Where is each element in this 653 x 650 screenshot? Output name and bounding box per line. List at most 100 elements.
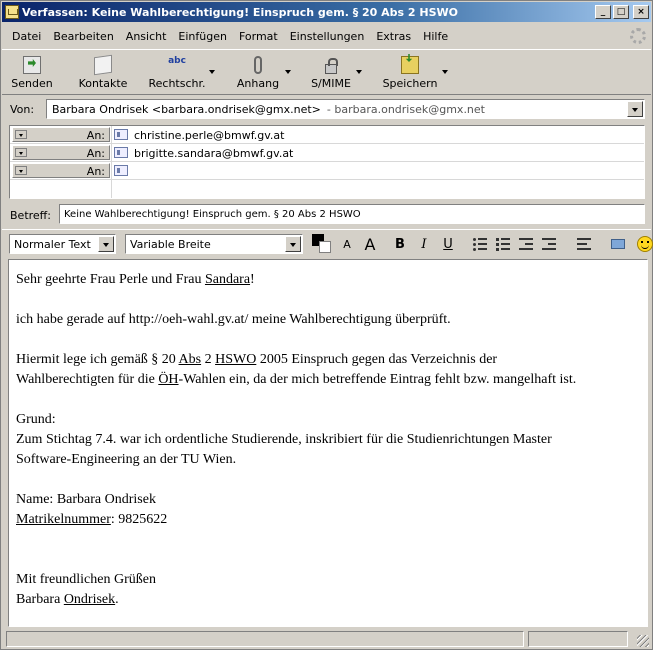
contact-card-icon	[114, 129, 128, 140]
recipient-row: An: christine.perle@bmwf.gv.at	[10, 126, 644, 144]
paperclip-icon	[254, 56, 262, 74]
maximize-button[interactable]: □	[613, 5, 629, 19]
close-button[interactable]: ×	[633, 5, 649, 19]
smime-dropdown-arrow[interactable]	[356, 70, 362, 74]
chevron-down-icon	[15, 148, 27, 157]
menu-datei[interactable]: Datei	[6, 28, 47, 45]
bullet-list-button[interactable]	[471, 235, 489, 253]
name-line: Name: Barbara Ondrisek	[16, 492, 156, 507]
menu-hilfe[interactable]: Hilfe	[417, 28, 454, 45]
subject-row: Betreff: Keine Wahlberechtigung! Einspru…	[2, 201, 651, 227]
send-button[interactable]: Senden	[11, 52, 53, 92]
title-bar[interactable]: Verfassen: Keine Wahlberechtigung! Einsp…	[2, 2, 651, 22]
minimize-button[interactable]: _	[595, 5, 611, 19]
status-progress-panel	[528, 631, 628, 647]
from-identity: Barbara Ondrisek <barbara.ondrisek@gmx.n…	[52, 102, 321, 116]
outdent-icon	[519, 238, 533, 250]
from-dropdown-button[interactable]	[627, 101, 643, 117]
menu-einstellungen[interactable]: Einstellungen	[284, 28, 371, 45]
menu-bar: Datei Bearbeiten Ansicht Einfügen Format…	[2, 26, 651, 46]
grund-label: Grund:	[16, 412, 56, 427]
menu-format[interactable]: Format	[233, 28, 284, 45]
lock-icon	[325, 58, 338, 74]
closing-line: Mit freundlichen Grüßen	[16, 572, 156, 587]
indent-icon	[542, 238, 556, 250]
attach-dropdown-arrow[interactable]	[285, 70, 291, 74]
larger-font-button[interactable]: A	[361, 235, 379, 254]
underline-button[interactable]: U	[439, 235, 457, 253]
body-paragraph-2-line-1: Hiermit lege ich gemäß § 20 Abs 2 HSWO 2…	[16, 352, 498, 367]
numbered-list-icon	[496, 238, 510, 251]
recipient-row: An:	[10, 162, 644, 180]
save-icon	[401, 56, 419, 74]
grund-line-2: Software-Engineering an der TU Wien.	[16, 452, 237, 467]
numbered-list-button[interactable]	[494, 235, 512, 253]
greeting-line: Sehr geehrte Frau Perle und Frau Sandara…	[16, 272, 255, 287]
recipient-type-select[interactable]: An:	[12, 127, 110, 142]
matrikel-line: Matrikelnummer: 9825622	[16, 512, 168, 527]
save-button[interactable]: Speichern	[383, 52, 437, 92]
body-paragraph-2-line-2: Wahlberechtigten für die ÖH-Wahlen ein, …	[16, 372, 577, 387]
background-color-swatch[interactable]	[319, 241, 331, 253]
recipient-row: An: brigitte.sandara@bmwf.gv.at	[10, 144, 644, 162]
from-account: - barbara.ondrisek@gmx.net	[326, 102, 485, 116]
compose-app-icon	[5, 5, 19, 19]
format-toolbar: Normaler Text Variable Breite A A B I U	[2, 229, 653, 257]
paragraph-style-select[interactable]: Normaler Text	[9, 234, 116, 254]
contact-card-icon	[114, 165, 128, 176]
compose-window: Verfassen: Keine Wahlberechtigung! Einsp…	[0, 0, 653, 650]
smiley-icon[interactable]	[637, 236, 653, 252]
status-text-panel	[6, 631, 524, 647]
from-row: Von: Barbara Ondrisek <barbara.ondrisek@…	[2, 96, 651, 122]
menu-ansicht[interactable]: Ansicht	[120, 28, 173, 45]
send-icon	[23, 56, 41, 74]
contacts-button[interactable]: Kontakte	[78, 52, 128, 92]
smaller-font-button[interactable]: A	[339, 235, 355, 253]
spelling-button[interactable]: abc Rechtschr.	[148, 52, 206, 92]
recipient-list: An: christine.perle@bmwf.gv.at An: brigi…	[9, 125, 645, 199]
compose-toolbar: Senden Kontakte abc Rechtschr. Anhang S/…	[2, 49, 651, 95]
resize-grip-icon[interactable]	[637, 635, 649, 647]
recipient-address[interactable]: christine.perle@bmwf.gv.at	[134, 129, 284, 142]
activity-throbber-icon	[630, 28, 646, 44]
align-left-icon	[577, 238, 591, 250]
text-color-picker[interactable]	[312, 234, 332, 254]
window-title: Verfassen: Keine Wahlberechtigung! Einsp…	[22, 5, 459, 19]
font-dropdown[interactable]	[285, 236, 301, 252]
contact-card-icon	[114, 147, 128, 158]
recipient-address[interactable]: brigitte.sandara@bmwf.gv.at	[134, 147, 293, 160]
subject-label: Betreff:	[10, 209, 51, 222]
status-bar	[2, 629, 651, 649]
chevron-down-icon	[15, 166, 27, 175]
body-paragraph-1: ich habe gerade auf http://oeh-wahl.gv.a…	[16, 312, 451, 327]
chevron-down-icon	[15, 130, 27, 139]
address-book-icon	[94, 54, 112, 76]
paragraph-style-dropdown[interactable]	[98, 236, 114, 252]
outdent-button[interactable]	[517, 235, 535, 253]
italic-button[interactable]: I	[415, 235, 433, 253]
align-button[interactable]	[572, 235, 596, 253]
font-select[interactable]: Variable Breite	[125, 234, 303, 254]
grund-line-1: Zum Stichtag 7.4. war ich ordentliche St…	[16, 432, 552, 447]
signature-line: Barbara Ondrisek.	[16, 592, 119, 607]
recipient-type-select[interactable]: An:	[12, 163, 110, 178]
attach-button[interactable]: Anhang	[236, 52, 280, 92]
subject-input[interactable]: Keine Wahlberechtigung! Einspruch gem. §…	[59, 204, 645, 224]
message-body-editor[interactable]: Sehr geehrte Frau Perle und Frau Sandara…	[8, 259, 648, 627]
insert-button[interactable]	[604, 235, 632, 253]
window-controls: _ □ ×	[595, 5, 649, 19]
from-identity-select[interactable]: Barbara Ondrisek <barbara.ondrisek@gmx.n…	[46, 99, 645, 119]
recipient-type-select[interactable]: An:	[12, 145, 110, 160]
bullet-list-icon	[473, 238, 487, 251]
spelling-dropdown-arrow[interactable]	[209, 70, 215, 74]
menu-bearbeiten[interactable]: Bearbeiten	[47, 28, 119, 45]
bold-button[interactable]: B	[391, 235, 409, 253]
insert-image-icon	[611, 239, 625, 249]
from-label: Von:	[10, 103, 35, 116]
menu-extras[interactable]: Extras	[370, 28, 417, 45]
spellcheck-icon: abc	[168, 56, 186, 66]
indent-button[interactable]	[540, 235, 558, 253]
menu-einfuegen[interactable]: Einfügen	[172, 28, 233, 45]
smime-button[interactable]: S/MIME	[310, 52, 352, 92]
save-dropdown-arrow[interactable]	[442, 70, 448, 74]
